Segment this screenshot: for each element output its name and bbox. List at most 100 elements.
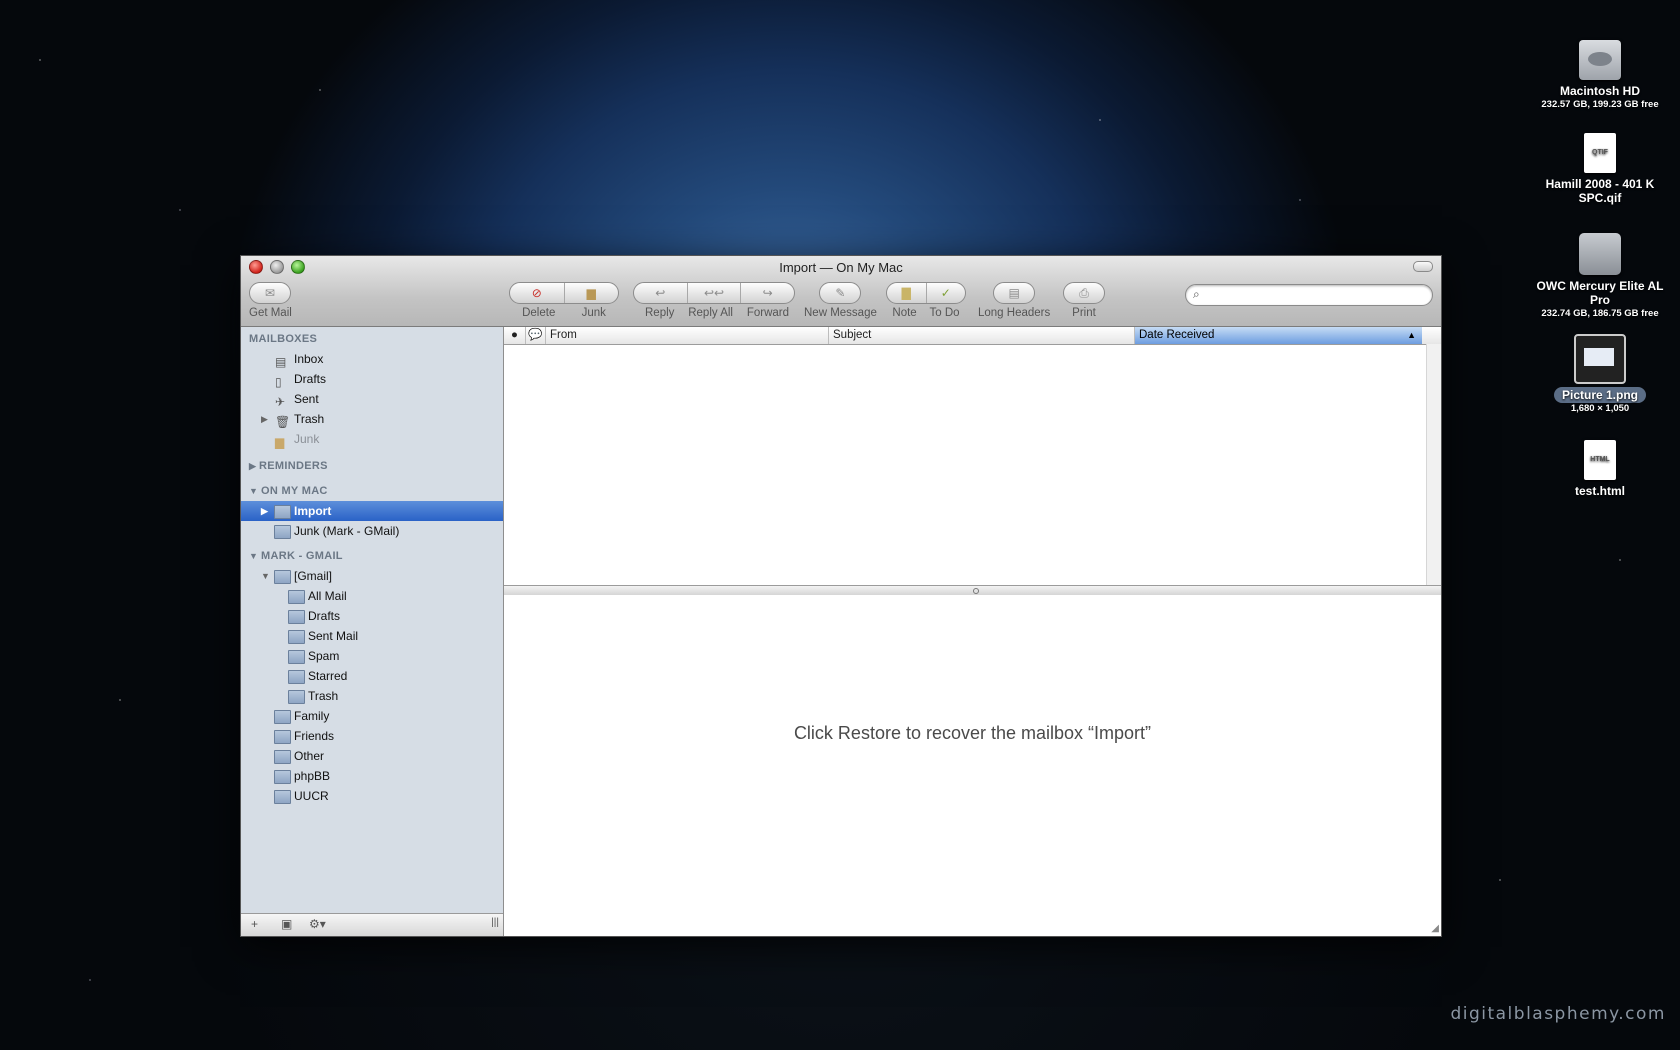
desktop-icon-macintosh-hd[interactable]: Macintosh HD 232.57 GB, 199.23 GB free [1535, 40, 1665, 110]
external-drive-icon [1579, 233, 1621, 275]
search-field[interactable]: ⌕ [1185, 284, 1433, 306]
todo-icon[interactable]: ✓ [927, 283, 966, 303]
compose-icon: ✎ [835, 286, 846, 300]
reply-button[interactable]: Reply [645, 307, 674, 319]
delete-button[interactable]: Delete [522, 307, 555, 319]
disclosure-triangle-icon[interactable]: ▶ [261, 501, 268, 521]
mail-window: Import — On My Mac ✉ Get Mail ⊘ ▆ Delete… [240, 255, 1442, 937]
desktop-icon-qif-file[interactable]: QTIF Hamill 2008 - 401 K SPC.qif [1535, 133, 1665, 205]
folder-icon [274, 505, 291, 519]
folder-icon [274, 570, 291, 584]
section-mark-gmail[interactable]: ▼ MARK - GMAIL [241, 547, 503, 566]
section-reminders[interactable]: ▶ REMINDERS [241, 457, 503, 476]
folder-icon [288, 670, 305, 684]
mailbox-gmail-drafts[interactable]: Drafts [241, 606, 503, 626]
mailbox-sent-mail[interactable]: Sent Mail [241, 626, 503, 646]
image-thumbnail-icon [1574, 334, 1626, 384]
sort-ascending-icon: ▲ [1407, 330, 1416, 340]
reply-all-button[interactable]: Reply All [688, 307, 733, 319]
folder-icon [288, 650, 305, 664]
todo-button[interactable]: To Do [930, 307, 960, 319]
mailbox-gmail-trash[interactable]: Trash [241, 686, 503, 706]
subject-column-header[interactable]: Subject [828, 327, 1134, 344]
desktop-icon-test-html[interactable]: HTML test.html [1535, 440, 1665, 498]
restore-mailbox-message: Click Restore to recover the mailbox “Im… [793, 723, 1152, 743]
mailbox-trash[interactable]: ▶ 🗑 Trash [241, 409, 503, 429]
junk-icon[interactable]: ▆ [565, 283, 619, 303]
mailbox-junk-mark-gmail[interactable]: Junk (Mark - GMail) [241, 521, 503, 541]
note-todo-group: ▇ ✓ Note To Do [886, 282, 966, 319]
gear-icon[interactable]: ⚙▾ [309, 917, 326, 931]
desktop-icon-label: test.html [1574, 484, 1625, 498]
mailbox-spam[interactable]: Spam [241, 646, 503, 666]
flag-column-header[interactable]: 💬 [525, 327, 545, 344]
search-icon: ⌕ [1193, 287, 1200, 301]
show-activity-icon[interactable]: ▣ [281, 917, 292, 931]
note-icon[interactable]: ▇ [887, 283, 927, 303]
message-list-header: ● 💬 From Subject Date Received ▲ [504, 327, 1441, 345]
desktop-icon-detail: 232.57 GB, 199.23 GB free [1541, 99, 1659, 110]
desktop-icon-detail: 232.74 GB, 186.75 GB free [1541, 308, 1659, 319]
mailbox-import[interactable]: ▶ Import [241, 501, 503, 521]
disclosure-triangle-icon[interactable]: ▶ [261, 409, 268, 429]
delete-icon[interactable]: ⊘ [510, 283, 565, 303]
print-button[interactable]: ⎙ Print [1063, 282, 1105, 319]
mailbox-phpbb[interactable]: phpBB [241, 766, 503, 786]
desktop-icon-label: Hamill 2008 - 401 K SPC.qif [1545, 177, 1655, 205]
reply-icon[interactable]: ↩ [634, 283, 688, 303]
window-resize-grip-icon[interactable]: ◢ [1431, 923, 1439, 934]
mailbox-junk[interactable]: ▆ Junk [241, 429, 503, 449]
folder-icon [288, 610, 305, 624]
bullet-icon: ● [511, 329, 518, 341]
forward-button[interactable]: Forward [747, 307, 789, 319]
mailbox-family[interactable]: Family [241, 706, 503, 726]
resize-handle-icon[interactable]: ||| [491, 917, 499, 928]
folder-icon [274, 710, 291, 724]
window-title: Import — On My Mac [779, 260, 903, 275]
section-on-my-mac[interactable]: ▼ ON MY MAC [241, 482, 503, 501]
toolbar-toggle-button[interactable] [1413, 261, 1433, 272]
disclosure-triangle-icon: ▼ [249, 551, 262, 561]
toolbar: Import — On My Mac ✉ Get Mail ⊘ ▆ Delete… [241, 256, 1441, 327]
mailbox-friends[interactable]: Friends [241, 726, 503, 746]
mailbox-inbox[interactable]: ▤ Inbox [241, 349, 503, 369]
mailbox-other[interactable]: Other [241, 746, 503, 766]
mailbox-uucr[interactable]: UUCR [241, 786, 503, 806]
junk-icon: ▆ [275, 435, 285, 449]
desktop-icon-detail: 1,680 × 1,050 [1570, 403, 1630, 414]
date-received-column-header[interactable]: Date Received ▲ [1134, 327, 1422, 344]
reply-all-icon[interactable]: ↩↩ [688, 283, 742, 303]
folder-icon [274, 750, 291, 764]
from-column-header[interactable]: From [545, 327, 828, 344]
mailbox-all-mail[interactable]: All Mail [241, 586, 503, 606]
hard-drive-icon [1579, 40, 1621, 80]
add-mailbox-icon[interactable]: + [251, 917, 258, 931]
new-message-button[interactable]: ✎ New Message [804, 282, 877, 319]
mailbox-drafts[interactable]: ▯ Drafts [241, 369, 503, 389]
mailbox-gmail-root[interactable]: ▼ [Gmail] [241, 566, 503, 586]
desktop-icon-label: OWC Mercury Elite AL Pro [1536, 279, 1664, 307]
long-headers-button[interactable]: ▤ Long Headers [978, 282, 1050, 319]
message-list-scrollbar[interactable] [1426, 344, 1441, 585]
junk-button[interactable]: Junk [582, 307, 606, 319]
section-mailboxes[interactable]: MAILBOXES [241, 330, 503, 349]
desktop-icon-label: Picture 1.png [1553, 387, 1646, 403]
disclosure-triangle-icon[interactable]: ▼ [261, 566, 270, 586]
forward-icon[interactable]: ↪ [741, 283, 794, 303]
folder-icon [274, 730, 291, 744]
mailbox-sent[interactable]: ✈ Sent [241, 389, 503, 409]
note-button[interactable]: Note [892, 307, 916, 319]
wallpaper-watermark: digitalblasphemy.com [1450, 1004, 1666, 1024]
desktop-icon-picture[interactable]: Picture 1.png 1,680 × 1,050 [1535, 334, 1665, 414]
mailbox-starred[interactable]: Starred [241, 666, 503, 686]
folder-icon [274, 790, 291, 804]
envelope-icon: ✉ [264, 286, 276, 300]
disclosure-triangle-icon: ▶ [249, 461, 260, 471]
delete-junk-group: ⊘ ▆ Delete Junk [509, 282, 619, 319]
get-mail-button[interactable]: ✉ Get Mail [249, 282, 292, 319]
printer-icon: ⎙ [1079, 285, 1089, 300]
search-input[interactable] [1210, 287, 1424, 303]
read-status-column-header[interactable]: ● [504, 327, 525, 344]
desktop-icon-owc-drive[interactable]: OWC Mercury Elite AL Pro 232.74 GB, 186.… [1535, 233, 1665, 319]
disclosure-triangle-icon: ▼ [249, 486, 262, 496]
